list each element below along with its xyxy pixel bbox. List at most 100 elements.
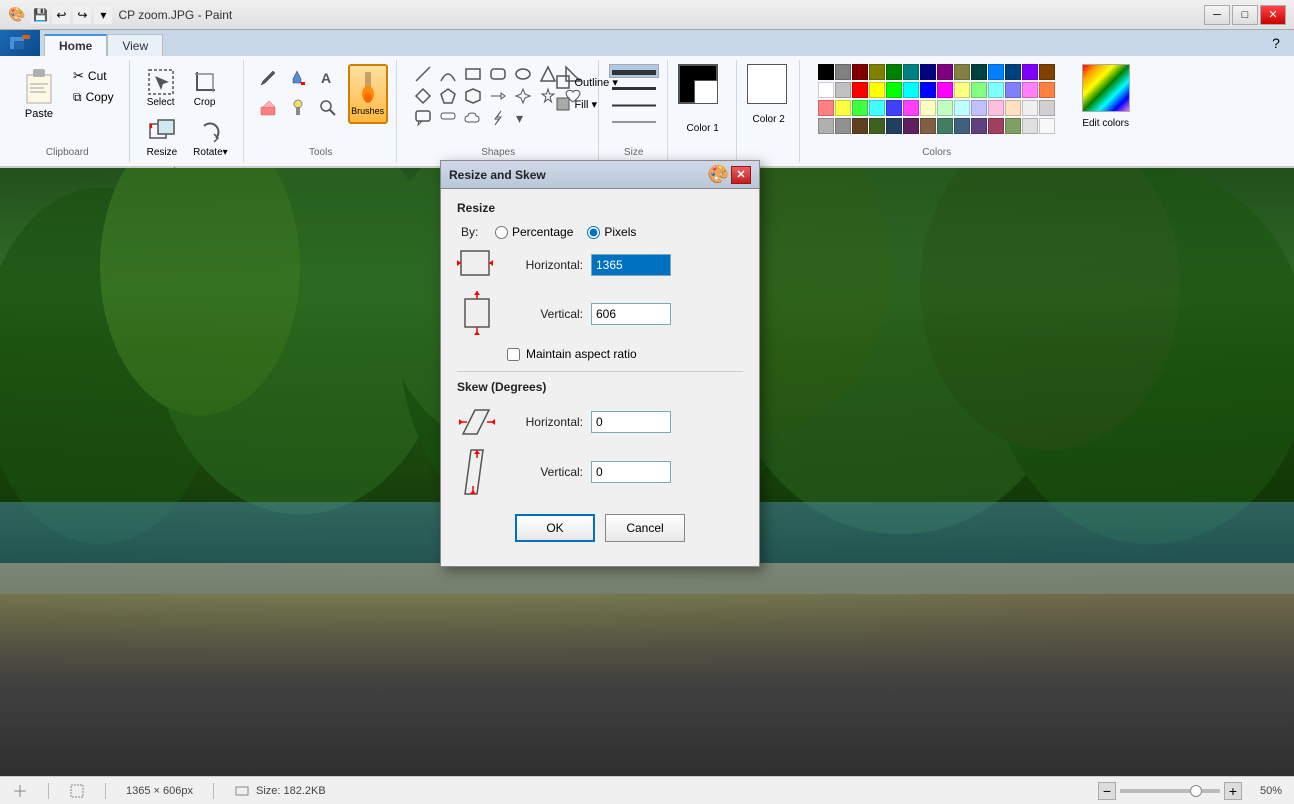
skew-h-input[interactable] [591, 411, 671, 433]
color-purple[interactable] [937, 64, 953, 80]
color-darkgreen2[interactable] [869, 118, 885, 134]
color-moss[interactable] [1005, 118, 1021, 134]
curve-shape[interactable] [436, 64, 460, 84]
color2-main-swatch[interactable] [747, 64, 787, 104]
color-picker-tool[interactable] [284, 94, 312, 122]
paint-logo-btn[interactable] [0, 30, 40, 56]
color-tan[interactable] [920, 118, 936, 134]
color-darkbrown[interactable] [852, 118, 868, 134]
copy-button[interactable]: ⧉ Copy [66, 87, 121, 107]
color-periwinkle[interactable] [1005, 82, 1021, 98]
color-lightcyan[interactable] [988, 82, 1004, 98]
color-maroon[interactable] [852, 64, 868, 80]
lightning-shape[interactable] [486, 108, 510, 128]
color-brightyellow[interactable] [835, 100, 851, 116]
color-teal[interactable] [903, 64, 919, 80]
magnifier-tool[interactable] [314, 94, 342, 122]
color-brightblue[interactable] [886, 100, 902, 116]
zoom-slider[interactable] [1120, 789, 1220, 793]
color-black[interactable] [818, 64, 834, 80]
color-lightpink[interactable] [988, 100, 1004, 116]
color-violet[interactable] [1022, 64, 1038, 80]
percentage-radio[interactable]: Percentage [495, 225, 573, 239]
star4-shape[interactable] [511, 86, 535, 106]
color2-swatch-small[interactable] [694, 80, 718, 104]
color-silver[interactable] [835, 82, 851, 98]
color-lightgreen[interactable] [971, 82, 987, 98]
arrow-shape[interactable] [486, 86, 510, 106]
zoom-out-btn[interactable]: − [1098, 782, 1116, 800]
color-brightgreen[interactable] [852, 100, 868, 116]
color-creamyellow[interactable] [920, 100, 936, 116]
color-cyan[interactable] [903, 82, 919, 98]
text-tool[interactable]: A [314, 64, 342, 92]
undo-quick-btn[interactable]: ↩ [52, 6, 70, 24]
color-verylightgray[interactable] [1022, 118, 1038, 134]
maximize-btn[interactable]: □ [1232, 5, 1258, 25]
paste-button[interactable]: Paste [14, 64, 64, 125]
cancel-button[interactable]: Cancel [605, 514, 685, 542]
color-brown[interactable] [1039, 64, 1055, 80]
color-olive[interactable] [869, 64, 885, 80]
outline-button[interactable]: Outline ▾ [551, 72, 622, 92]
color-lime[interactable] [886, 82, 902, 98]
color-sage[interactable] [937, 118, 953, 134]
color-white[interactable] [818, 82, 834, 98]
size-hairline[interactable] [609, 115, 659, 129]
cut-button[interactable]: ✂ Cut [66, 66, 121, 86]
color-navy[interactable] [920, 64, 936, 80]
help-btn[interactable]: ? [1266, 34, 1286, 52]
color-slateblue[interactable] [954, 118, 970, 134]
color-brightmagenta[interactable] [903, 100, 919, 116]
color-green[interactable] [886, 64, 902, 80]
select-button[interactable]: Select [140, 64, 182, 112]
color-creamcyan[interactable] [954, 100, 970, 116]
callout-shape[interactable] [411, 108, 435, 128]
crop-button[interactable]: Crop [184, 64, 226, 112]
pentagon-shape[interactable] [436, 86, 460, 106]
color-armygreen[interactable] [954, 64, 970, 80]
tab-view[interactable]: View [107, 34, 163, 56]
scroll-shape[interactable] [436, 108, 460, 128]
color-darkteal[interactable] [971, 64, 987, 80]
resize-button[interactable]: Resize [140, 114, 185, 162]
color-peach[interactable] [1005, 100, 1021, 116]
save-quick-btn[interactable]: 💾 [31, 6, 49, 24]
color-brightcyan[interactable] [869, 100, 885, 116]
color-red[interactable] [852, 82, 868, 98]
eraser-tool[interactable] [254, 94, 282, 122]
ok-button[interactable]: OK [515, 514, 595, 542]
ellipse-shape[interactable] [511, 64, 535, 84]
dialog-close-btn[interactable]: ✕ [731, 166, 751, 184]
color-gray40[interactable] [835, 118, 851, 134]
color-lightyellow[interactable] [954, 82, 970, 98]
color-lightgray[interactable] [1022, 100, 1038, 116]
fill-tool[interactable] [284, 64, 312, 92]
brushes-button[interactable]: Brushes [348, 64, 388, 124]
color-blue[interactable] [920, 82, 936, 98]
customize-quick-btn[interactable]: ▾ [94, 6, 112, 24]
pixels-radio[interactable]: Pixels [587, 225, 636, 239]
resize-v-input[interactable] [591, 303, 671, 325]
roundrect-shape[interactable] [486, 64, 510, 84]
color-lavender[interactable] [971, 100, 987, 116]
minimize-btn[interactable]: ─ [1204, 5, 1230, 25]
color-pink[interactable] [1022, 82, 1038, 98]
skew-v-input[interactable] [591, 461, 671, 483]
color-orange[interactable] [1039, 82, 1055, 98]
rainbow-swatch[interactable] [1082, 64, 1130, 112]
resize-h-input[interactable] [591, 254, 671, 276]
maintain-aspect-checkbox[interactable] [507, 348, 520, 361]
color-yellow[interactable] [869, 82, 885, 98]
color-salmon[interactable] [818, 100, 834, 116]
line-shape[interactable] [411, 64, 435, 84]
color-creamgreen[interactable] [937, 100, 953, 116]
color-darkblue2[interactable] [886, 118, 902, 134]
pencil-tool[interactable] [254, 64, 282, 92]
color-darkgray[interactable] [835, 64, 851, 80]
color-azure[interactable] [988, 64, 1004, 80]
redo-quick-btn[interactable]: ↪ [73, 6, 91, 24]
color-mauve[interactable] [971, 118, 987, 134]
rect-shape[interactable] [461, 64, 485, 84]
close-btn[interactable]: ✕ [1260, 5, 1286, 25]
